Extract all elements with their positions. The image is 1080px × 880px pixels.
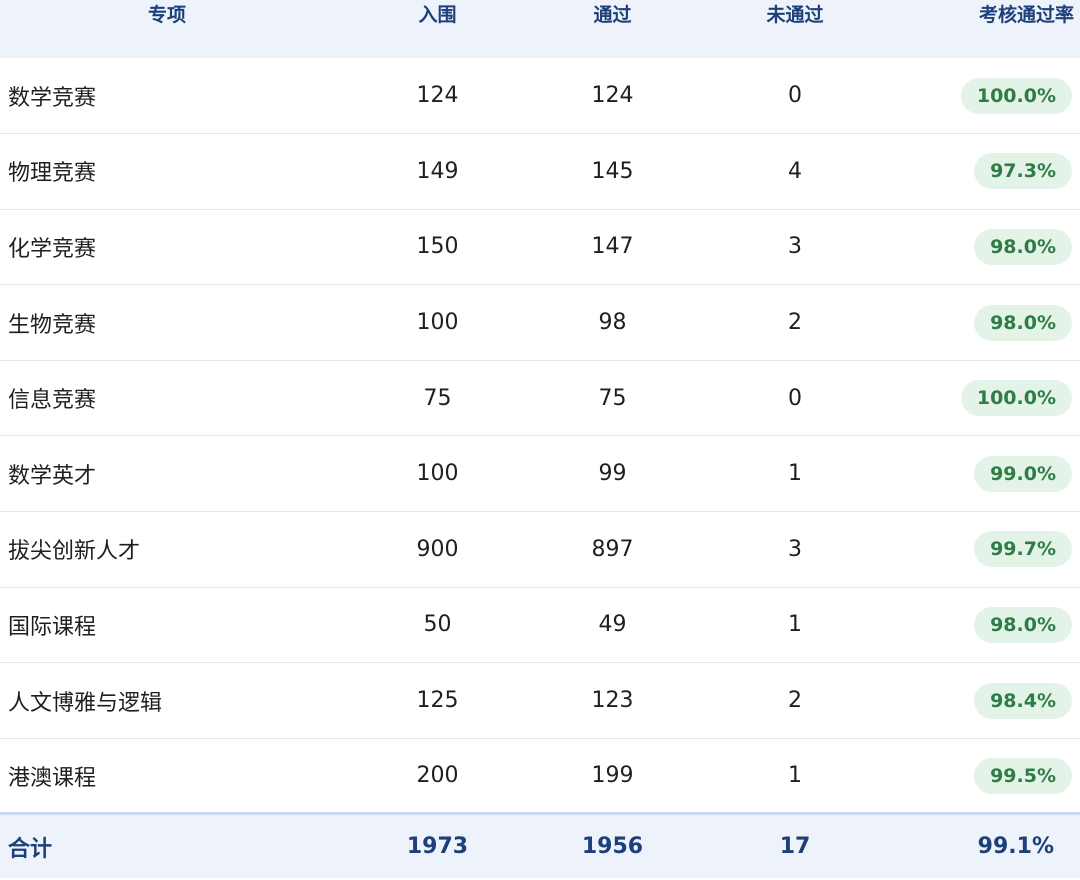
row-rate-cell: 98.0% <box>880 587 1080 663</box>
table-row: 国际课程 50 49 1 98.0% <box>0 587 1080 663</box>
row-rate-cell: 100.0% <box>880 58 1080 134</box>
table-row: 信息竞赛 75 75 0 100.0% <box>0 360 1080 436</box>
row-passed: 124 <box>591 83 634 109</box>
row-rate-cell: 97.3% <box>880 134 1080 210</box>
row-rate-cell: 98.0% <box>880 209 1080 285</box>
pass-rate-badge: 98.0% <box>974 606 1072 643</box>
row-passed: 98 <box>598 310 627 336</box>
total-row: 合计 1973 1956 17 99.1% <box>0 813 1080 878</box>
pass-rate-badge: 100.0% <box>960 77 1072 114</box>
table-row: 人文博雅与逻辑 125 123 2 98.4% <box>0 663 1080 739</box>
pass-rate-badge: 99.7% <box>974 531 1072 568</box>
row-admitted: 900 <box>416 536 459 562</box>
row-passed: 75 <box>598 385 627 411</box>
row-admitted: 100 <box>416 461 459 487</box>
table-body: 数学竞赛 124 124 0 100.0% 物理竞赛 149 145 4 97.3% 化学竞赛 150… <box>0 58 1080 814</box>
row-failed: 2 <box>788 688 802 714</box>
row-admitted: 149 <box>416 158 459 184</box>
row-failed: 1 <box>788 763 802 789</box>
row-admitted: 150 <box>416 234 459 260</box>
pass-rate-badge: 99.0% <box>974 455 1072 492</box>
pass-rate-badge: 97.3% <box>974 153 1072 190</box>
pass-rate-badge: 99.5% <box>974 757 1072 794</box>
row-passed: 123 <box>591 688 634 714</box>
row-passed: 897 <box>591 536 634 562</box>
total-passed: 1956 <box>581 834 644 860</box>
row-failed: 1 <box>788 461 802 487</box>
header-rate: 考核通过率 <box>978 4 1074 26</box>
table-row: 港澳课程 200 199 1 99.5% <box>0 738 1080 814</box>
row-admitted: 200 <box>416 763 459 789</box>
row-rate-cell: 99.5% <box>880 738 1080 814</box>
total-admitted: 1973 <box>406 834 469 860</box>
row-failed: 4 <box>788 158 802 184</box>
row-rate-cell: 98.0% <box>880 285 1080 361</box>
row-failed: 3 <box>788 536 802 562</box>
row-passed: 49 <box>598 612 627 638</box>
row-passed: 147 <box>591 234 634 260</box>
header-failed: 未通过 <box>766 4 824 26</box>
pass-rate-badge: 98.4% <box>974 682 1072 719</box>
row-name: 生物竞赛 <box>8 312 97 338</box>
row-name: 人文博雅与逻辑 <box>8 690 163 716</box>
table-header: 专项 入围 通过 未通过 考核通过率 <box>0 0 1080 58</box>
pass-rate-badge: 98.0% <box>974 228 1072 265</box>
row-name: 数学竞赛 <box>8 85 97 111</box>
row-passed: 99 <box>598 461 627 487</box>
row-passed: 145 <box>591 158 634 184</box>
header-admitted: 入围 <box>418 4 457 26</box>
row-name: 数学英才 <box>8 463 97 489</box>
table-row: 化学竞赛 150 147 3 98.0% <box>0 209 1080 285</box>
total-failed: 17 <box>779 834 811 860</box>
row-admitted: 124 <box>416 83 459 109</box>
header-name: 专项 <box>148 4 187 26</box>
row-name: 化学竞赛 <box>8 236 97 262</box>
row-rate-cell: 98.4% <box>880 663 1080 739</box>
table-row: 数学英才 100 99 1 99.0% <box>0 436 1080 512</box>
row-admitted: 50 <box>423 612 452 638</box>
row-rate-cell: 99.0% <box>880 436 1080 512</box>
row-name: 拔尖创新人才 <box>8 539 141 565</box>
row-name: 港澳课程 <box>8 765 97 791</box>
total-rate: 99.1% <box>977 834 1054 860</box>
header-row: 专项 入围 通过 未通过 考核通过率 <box>0 0 1080 58</box>
row-admitted: 75 <box>423 385 452 411</box>
table-row: 生物竞赛 100 98 2 98.0% <box>0 285 1080 361</box>
table-row: 拔尖创新人才 900 897 3 99.7% <box>0 512 1080 588</box>
results-table: 专项 入围 通过 未通过 考核通过率 数学竞赛 124 124 0 100.0% 物理竞赛… <box>0 0 1080 878</box>
header-passed: 通过 <box>593 4 632 26</box>
row-name: 国际课程 <box>8 614 97 640</box>
row-admitted: 125 <box>416 688 459 714</box>
row-admitted: 100 <box>416 310 459 336</box>
row-failed: 1 <box>788 612 802 638</box>
table-row: 数学竞赛 124 124 0 100.0% <box>0 58 1080 134</box>
row-failed: 2 <box>788 310 802 336</box>
table-footer: 合计 1973 1956 17 99.1% <box>0 813 1080 878</box>
row-rate-cell: 99.7% <box>880 512 1080 588</box>
row-failed: 0 <box>788 385 802 411</box>
row-failed: 0 <box>788 83 802 109</box>
row-rate-cell: 100.0% <box>880 360 1080 436</box>
row-name: 物理竞赛 <box>8 161 97 187</box>
pass-rate-badge: 98.0% <box>974 304 1072 341</box>
pass-rate-badge: 100.0% <box>960 380 1072 417</box>
table-row: 物理竞赛 149 145 4 97.3% <box>0 134 1080 210</box>
row-name: 信息竞赛 <box>8 388 97 414</box>
total-label: 合计 <box>8 836 53 862</box>
row-failed: 3 <box>788 234 802 260</box>
row-passed: 199 <box>591 763 634 789</box>
